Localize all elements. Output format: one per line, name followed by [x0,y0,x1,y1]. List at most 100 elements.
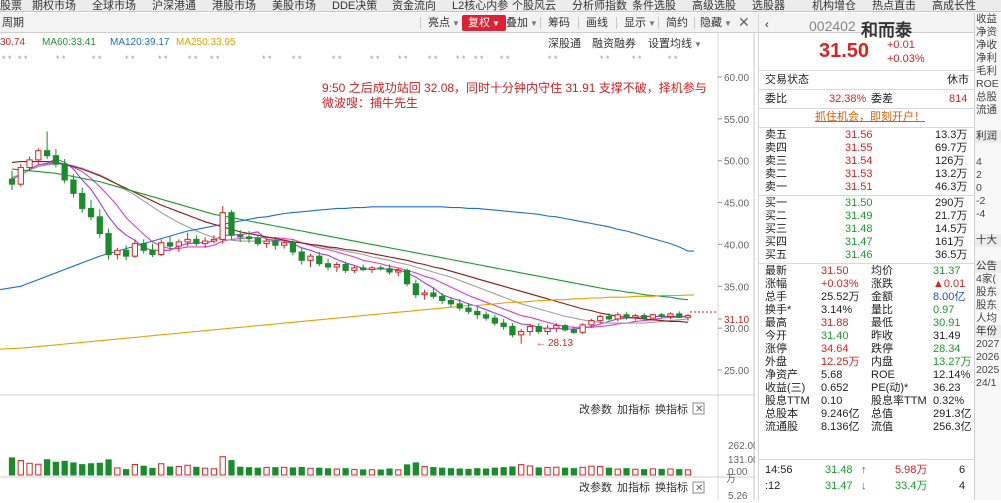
tick-time: 14:56 [765,464,793,476]
menu-item[interactable]: 期权市场 [32,0,76,11]
volume-bar [105,459,112,476]
margin-trading-button[interactable]: 融资融券 [592,36,636,50]
overlay-button[interactable]: 叠加 ▼ [506,15,538,31]
candle [377,265,384,271]
volume-bar [649,468,657,476]
volume-bars [8,456,692,476]
menu-item[interactable]: 条件选股 [632,0,676,11]
volume-bar [430,467,437,476]
menu-item[interactable]: 全球市场 [92,0,136,11]
volume-bar [333,468,340,476]
ask-label: 卖二 [765,168,787,180]
kline-chart-area[interactable]: 30.74 MA60:33.41 MA120:39.17 MA250:33.95 * … [0,33,759,502]
bid-volume: 290万 [935,197,965,209]
candle [61,159,68,184]
close-icon[interactable]: ✕ [738,14,750,30]
stat-label: 流通股 [765,421,798,433]
candle [219,205,226,244]
stat-row: 总手 25.52万 金额 8.00亿 [759,291,975,304]
volume-bar [614,468,621,476]
vol-switch-indicator-button[interactable]: 换指标 [655,402,688,416]
candle [87,200,95,221]
stat-row: 今开 31.40 昨收 31.49 [759,330,975,343]
volume-bar [535,467,542,476]
stat-value: 13.27万 [933,356,972,368]
menu-item[interactable]: 高级选股 [692,0,736,11]
fuquan-button[interactable]: 复权 ▼ [462,15,506,31]
vol-add-indicator-button[interactable]: 加指标 [617,402,650,416]
fundamental-item: 4 [976,156,982,168]
event-marker: * * [474,54,484,64]
kline-chart[interactable]: 30.74 MA60:33.41 MA120:39.17 MA250:33.95 * … [0,33,759,502]
deep-connect-button[interactable]: 深股通 [548,37,581,50]
bid-price: 31.49 [845,210,873,222]
vol-params-button[interactable]: 改参数 [579,402,612,416]
ma-line-ma60 [11,168,689,301]
display-button[interactable]: 显示 ▼ [624,15,656,31]
highlight-button[interactable]: 亮点 ▼ [428,15,460,31]
macd-switch-indicator-button[interactable]: 换指标 [655,480,688,494]
close-icon[interactable]: ✕ [695,483,703,494]
row-divider [759,459,975,460]
menu-item[interactable]: 选股器 [752,0,785,11]
hide-button[interactable]: 隐藏 ▼ [700,15,732,31]
nav-prev-icon[interactable]: ‹ [765,19,769,31]
bid-volume: 14.5万 [935,223,968,235]
candle [105,228,112,260]
chip-button[interactable]: 筹码 [548,15,570,31]
volume-bar [298,466,305,476]
menu-item[interactable]: 机构增仓 [812,0,856,11]
ask-label: 卖三 [765,155,787,167]
volume-panel-buttons: 改参数 加指标 换指标 ✕ [579,402,705,416]
promo-row[interactable]: 抓住机会，即刻开户！ [759,111,975,124]
candlesticks [8,131,692,344]
tick-arrow: ↑ [861,464,867,476]
price-tick-label: 25.00 [724,366,749,377]
macd-params-button[interactable]: 改参数 [579,480,612,494]
fundamental-item: ROE [976,78,999,90]
menu-item[interactable]: 个股风云 [512,0,556,11]
menu-item[interactable]: 港股市场 [212,0,256,11]
stat-label: PE(动)* [871,382,909,394]
fundamental-item: 4家( [976,273,996,285]
stat-label: 金额 [871,291,893,303]
stat-label: 最高 [765,317,787,329]
bid-label: 买三 [765,223,787,235]
stat-label: 今开 [765,330,787,342]
close-icon[interactable]: ✕ [695,404,703,415]
bid-label: 买四 [765,236,787,248]
menu-item[interactable]: 热点直击 [872,0,916,11]
stat-label: 内盘 [871,356,893,368]
ma-settings-button[interactable]: 设置均线 [648,36,692,50]
period-button[interactable]: 周期 [2,15,24,31]
event-marker: * * [428,54,438,64]
candle [368,266,376,273]
volume-bar [87,463,95,476]
ask-row: 卖三 31.54 126万 [759,155,975,168]
candle [474,306,481,319]
drawline-button[interactable]: 画线 [586,15,608,31]
menu-item[interactable]: L2核心内参 [452,0,508,11]
menu-item[interactable]: DDE决策 [332,0,377,11]
menu-item[interactable]: 美股市场 [272,0,316,11]
menu-item[interactable]: 高成长性 [932,0,976,11]
fundamental-item: 毛利 [976,65,997,77]
stat-value: 0.10 [821,395,843,407]
candle [360,264,367,272]
menu-item[interactable]: 资金流向 [392,0,436,11]
candle [509,323,516,338]
stat-label: 股息TTM [765,395,810,407]
open-account-link[interactable]: 抓住机会，即刻开户！ [815,111,925,124]
bid-row: 买三 31.48 14.5万 [759,223,975,236]
macd-add-indicator-button[interactable]: 加指标 [617,480,650,494]
stat-label: 股息率TTM [871,395,927,407]
stat-row: 最高 31.88 最低 30.91 [759,317,975,330]
simple-button[interactable]: 简约 [666,15,688,31]
menu-item[interactable]: 沪深港通 [152,0,196,11]
stock-name: 和而泰 [861,21,912,40]
volume-bar [386,468,393,476]
chevron-down-icon[interactable]: ▼ [694,40,702,49]
menu-item[interactable]: 分析师指数 [572,0,627,11]
stat-row: 最新 31.50 均价 31.37 [759,265,975,278]
menu-item[interactable]: 股票 [0,0,22,11]
